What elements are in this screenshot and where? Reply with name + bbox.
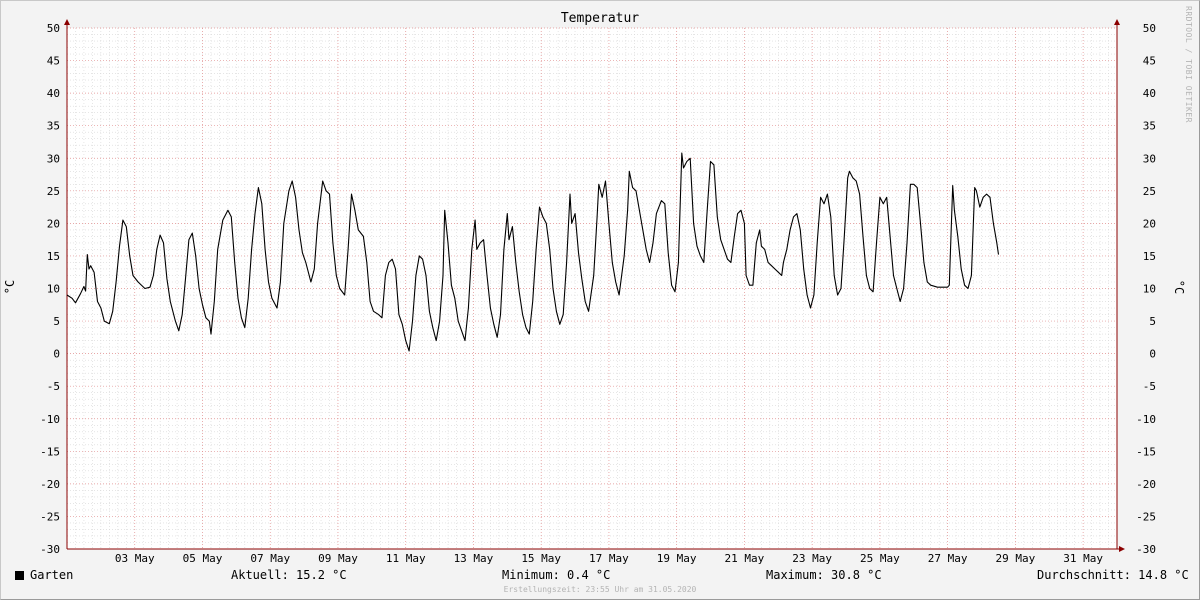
y-tick-label-right: -5 [1143,380,1156,393]
y-tick-label-left: 45 [47,55,60,68]
stat-minimum: Minimum: 0.4 °C [502,568,611,582]
x-tick-label: 19 May [657,552,697,565]
y-tick-label-right: 10 [1143,283,1156,296]
legend-label: Garten [30,568,74,582]
x-tick-label: 27 May [928,552,968,565]
y-tick-label-right: -10 [1136,413,1156,426]
x-tick-label: 11 May [386,552,426,565]
y-tick-label-right: -20 [1136,478,1156,491]
y-tick-label-left: -10 [40,413,60,426]
y-tick-label-left: 20 [47,217,60,230]
y-tick-label-left: 0 [53,348,60,361]
x-tick-label: 17 May [589,552,629,565]
x-tick-label: 05 May [183,552,223,565]
y-tick-label-right: 30 [1143,152,1156,165]
y-axis-label-left: °C [3,279,17,295]
x-axis-arrow [1119,546,1125,552]
y-tick-label-right: 35 [1143,120,1156,133]
y-tick-label-left: 25 [47,185,60,198]
y-tick-label-right: 0 [1149,348,1156,361]
legend-swatch [15,571,24,580]
y-tick-label-right: -25 [1136,510,1156,523]
y-tick-label-right: -30 [1136,543,1156,556]
y-tick-label-right: 5 [1149,315,1156,328]
y-tick-label-right: 40 [1143,87,1156,100]
y-tick-label-right: 15 [1143,250,1156,263]
y-tick-label-left: 30 [47,152,60,165]
stat-maximum: Maximum: 30.8 °C [766,568,882,582]
x-tick-label: 21 May [725,552,765,565]
temperature-chart: 50 5045 4540 4035 3530 3025 2520 2015 1510 105 50 0… [40,19,1156,565]
y-tick-label-right: 20 [1143,217,1156,230]
x-tick-label: 29 May [996,552,1036,565]
y-tick-label-left: 35 [47,120,60,133]
y-tick-label-left: 10 [47,283,60,296]
stat-average: Durchschnitt: 14.8 °C [1037,568,1189,582]
chart-title: Temperatur [560,11,640,26]
y-tick-label-left: -5 [47,380,60,393]
x-tick-label: 07 May [250,552,290,565]
y-axis-label-right: °C [1172,279,1186,295]
y-tick-label-right: -15 [1136,445,1156,458]
y-tick-label-left: -25 [40,510,60,523]
x-tick-label: 31 May [1063,552,1103,565]
stat-current: Aktuell: 15.2 °C [231,568,347,582]
x-tick-label: 15 May [521,552,561,565]
y-tick-label-right: 25 [1143,185,1156,198]
y-tick-label-left: -30 [40,543,60,556]
x-tick-label: 13 May [454,552,494,565]
x-tick-label: 25 May [860,552,900,565]
creation-timestamp: Erstellungszeit: 23:55 Uhr am 31.05.2020 [503,585,697,594]
y-tick-label-right: 45 [1143,55,1156,68]
y-tick-label-left: -15 [40,445,60,458]
y-tick-label-left: 40 [47,87,60,100]
y-tick-label-left: 5 [53,315,60,328]
rrdtool-watermark: RRDTOOL / TOBI OETIKER [1184,6,1193,123]
x-tick-label: 09 May [318,552,358,565]
x-tick-label: 03 May [115,552,155,565]
y-tick-label-left: -20 [40,478,60,491]
y-tick-label-left: 15 [47,250,60,263]
x-tick-label: 23 May [792,552,832,565]
